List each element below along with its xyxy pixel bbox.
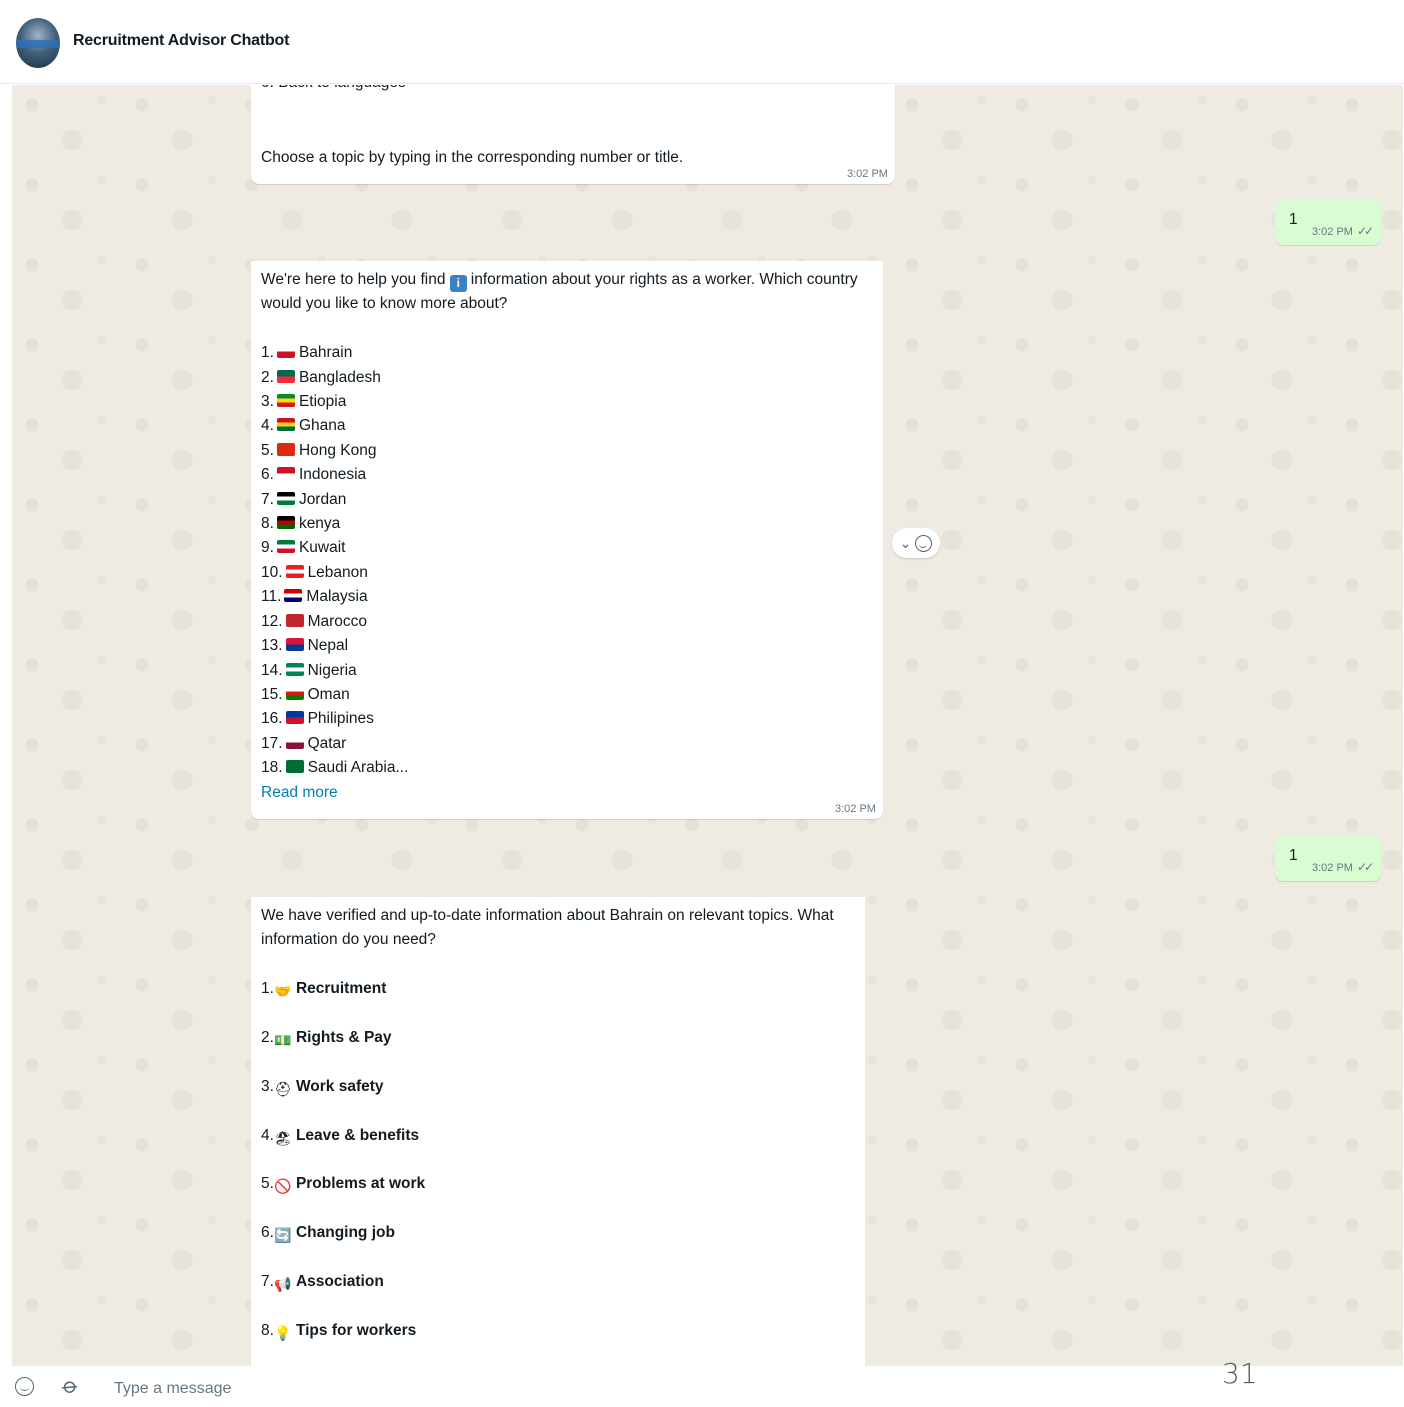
country-list-item: 10. Lebanon	[261, 563, 368, 581]
country-list-item: 1. Bahrain	[261, 344, 353, 362]
topic-emoji-icon: 💡	[274, 1324, 292, 1341]
flag-icon	[285, 711, 304, 725]
message-input[interactable]	[112, 1376, 1016, 1402]
flag-icon	[285, 564, 304, 578]
topic-emoji-icon: 🔄	[274, 1227, 292, 1244]
topic-list-item: 4.🏖 Leave & benefits	[261, 1126, 420, 1146]
country-list-item: 16. Philipines	[261, 710, 374, 728]
topic-emoji-icon: 🏖	[274, 1129, 292, 1146]
flag-icon	[285, 662, 304, 676]
slide-number: 31	[1222, 1357, 1258, 1390]
country-list-item: 4. Ghana	[261, 417, 346, 435]
message-text: 1	[1289, 211, 1298, 228]
message-time: 3:02 PM	[1312, 226, 1353, 238]
flag-icon	[276, 369, 295, 383]
message-text: 1	[1289, 847, 1298, 864]
country-list-item: 14. Nigeria	[261, 661, 357, 679]
topic-emoji-icon: 📢	[274, 1276, 292, 1293]
emoji-icon	[915, 534, 933, 552]
message-intro-line: We're here to help you find i information…	[261, 271, 858, 292]
topic-list-item: 7.📢 Association	[261, 1273, 384, 1293]
topic-list-item: 6.🔄 Changing job	[261, 1224, 395, 1244]
flag-icon	[276, 540, 295, 554]
composer: ⌀	[0, 1366, 1404, 1407]
country-list-item: 12. Marocco	[261, 612, 367, 630]
chat-area[interactable]: 0. Back to languages Choose a topic by t…	[12, 85, 1403, 1366]
topic-emoji-icon: 💵	[274, 1032, 292, 1049]
flag-icon	[276, 418, 295, 432]
avatar[interactable]	[16, 18, 60, 68]
flag-icon	[285, 638, 304, 652]
flag-icon	[285, 735, 304, 749]
message-time: 3:02 PM	[1312, 862, 1353, 874]
country-list-item: 15. Oman	[261, 685, 350, 703]
topic-emoji-icon: ⛑	[274, 1080, 292, 1097]
country-list-item: 5. Hong Kong	[261, 441, 377, 459]
message-time: 3:02 PM	[847, 168, 888, 180]
outgoing-message[interactable]: 1 3:02 PM ✓✓	[1275, 836, 1381, 881]
info-icon: i	[449, 275, 467, 292]
flag-icon	[276, 442, 295, 456]
topic-list-item: 2.💵 Rights & Pay	[261, 1029, 392, 1049]
flag-icon	[284, 589, 303, 603]
message-time: 3:02 PM	[835, 803, 876, 815]
message-text: Choose a topic by typing in the correspo…	[261, 149, 684, 166]
emoji-button[interactable]	[15, 1377, 34, 1396]
chat-header: Recruitment Advisor Chatbot	[0, 0, 1404, 84]
chat-title[interactable]: Recruitment Advisor Chatbot	[73, 32, 289, 50]
topic-emoji-icon: 🚫	[274, 1178, 292, 1195]
topic-list-item: 3.⛑ Work safety	[261, 1077, 384, 1097]
country-list-item: 13. Nepal	[261, 637, 349, 655]
country-list-item: 9. Kuwait	[261, 539, 346, 557]
flag-icon	[285, 613, 304, 627]
incoming-message[interactable]: We're here to help you find i information…	[251, 261, 883, 819]
country-list-item: 6. Indonesia	[261, 466, 367, 484]
country-list-item: 3. Etiopia	[261, 393, 347, 411]
chevron-down-icon: ⌄	[899, 534, 912, 551]
double-check-icon: ✓✓	[1356, 860, 1374, 874]
reaction-button[interactable]: ⌄	[892, 528, 940, 558]
message-text-cut: 0. Back to languages	[261, 85, 406, 95]
topic-emoji-icon: 🤝	[274, 983, 292, 1000]
flag-icon	[276, 467, 295, 481]
read-more-link[interactable]: Read more	[261, 781, 873, 805]
country-list-item: 8. kenya	[261, 515, 341, 533]
topic-list-item: 5.🚫 Problems at work	[261, 1175, 426, 1195]
flag-icon	[276, 345, 295, 359]
flag-icon	[285, 686, 304, 700]
flag-icon	[276, 394, 295, 408]
outgoing-message[interactable]: 1 3:02 PM ✓✓	[1275, 200, 1381, 245]
country-list-item: 11. Malaysia	[261, 588, 368, 606]
flag-icon	[276, 491, 295, 505]
flag-icon	[276, 516, 295, 530]
country-list-item: 2. Bangladesh	[261, 368, 381, 386]
double-check-icon: ✓✓	[1356, 224, 1374, 238]
topic-list-item: 1.🤝 Recruitment	[261, 980, 387, 1000]
topic-list: 1.🤝 Recruitment 2.💵 Rights & Pay 3.⛑ Work s…	[261, 953, 855, 1344]
country-list-item: 17. Qatar	[261, 734, 347, 752]
country-list: 1. Bahrain 2. Bangladesh 3. Etiopia 4. Ghana 5. H…	[261, 341, 873, 780]
incoming-message[interactable]: We have verified and up-to-date informat…	[251, 897, 865, 1366]
country-list-item: 18. Saudi Arabia...	[261, 759, 409, 777]
topic-list-item: 8.💡 Tips for workers	[261, 1321, 417, 1341]
incoming-message[interactable]: 0. Back to languages Choose a topic by t…	[251, 85, 895, 184]
flag-icon	[285, 760, 304, 774]
attach-icon[interactable]: ⌀	[57, 1372, 84, 1400]
country-list-item: 7. Jordan	[261, 490, 347, 508]
